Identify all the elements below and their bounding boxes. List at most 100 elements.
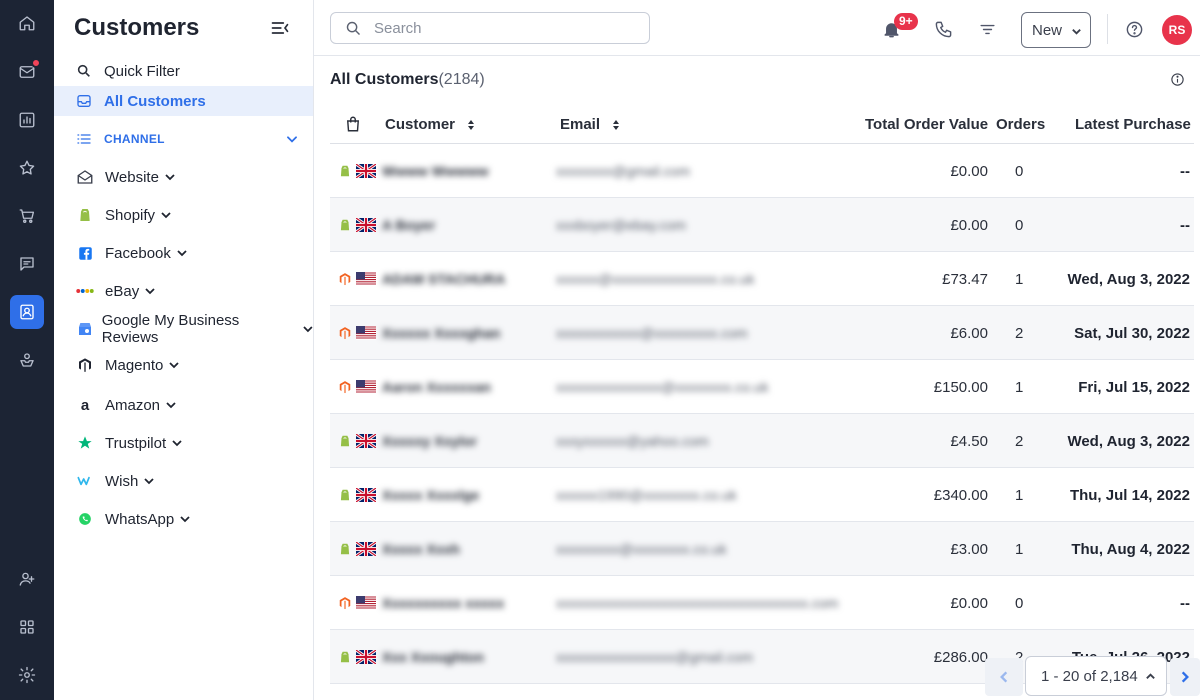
status-dropdown[interactable]: New xyxy=(1021,12,1091,48)
customer-email: xxxboyer@ebay.com xyxy=(556,217,686,233)
inbox-user-icon[interactable] xyxy=(10,343,44,377)
all-customers-item[interactable]: All Customers xyxy=(54,86,313,116)
column-header-total-order-value[interactable]: Total Order Value xyxy=(865,116,988,133)
table-row[interactable]: Xxxxxxxxxx xxxxx xxxxxxxxxxxxxxxxxxxxxxxx… xyxy=(330,576,1194,630)
reports-icon[interactable] xyxy=(10,103,44,137)
home-icon[interactable] xyxy=(10,6,44,40)
table-row[interactable]: A Boyer xxxboyer@ebay.com £0.00 0 -- xyxy=(330,198,1194,252)
star-icon[interactable] xyxy=(10,151,44,185)
uk-flag-icon xyxy=(355,216,377,234)
customer-email: xxxxxxxxxxxxxxx@xxxxxxxx.co.uk xyxy=(556,379,769,395)
add-user-icon[interactable] xyxy=(10,562,44,596)
channel-section-header[interactable]: CHANNEL xyxy=(54,124,313,154)
channel-shopify[interactable]: Shopify xyxy=(54,200,313,230)
total-order-value: £3.00 xyxy=(950,541,988,558)
customer-name[interactable]: A Boyer xyxy=(382,217,435,233)
table-row[interactable]: Xxxxxy Xxylor xxxyxxxxxx@yahoo.com £4.50 2 W… xyxy=(330,414,1194,468)
shopify-icon xyxy=(338,650,352,664)
search-input[interactable] xyxy=(374,19,634,37)
column-header-orders[interactable]: Orders xyxy=(996,116,1045,133)
channel-website[interactable]: Website xyxy=(54,162,313,192)
customer-name[interactable]: Xxxxxx Xxxxghan xyxy=(382,325,500,341)
user-avatar[interactable]: RS xyxy=(1162,15,1192,45)
table-row[interactable]: Xxxxxx Xxxxghan xxxxxxxxxxxx@xxxxxxxxx.co… xyxy=(330,306,1194,360)
total-order-value: £150.00 xyxy=(933,379,988,396)
previous-page-button[interactable] xyxy=(985,658,1023,696)
chevron-right-icon xyxy=(1181,671,1189,683)
table-row[interactable]: Aaron Xxxxxxan xxxxxxxxxxxxxxx@xxxxxxxx.c… xyxy=(330,360,1194,414)
latest-purchase: Thu, Jul 14, 2022 xyxy=(1069,487,1190,504)
sort-icon xyxy=(468,120,475,131)
next-page-button[interactable] xyxy=(1170,658,1200,696)
channel-whatsapp[interactable]: WhatsApp xyxy=(54,504,313,534)
table-row[interactable]: Wwww Wwwww xxxxxxxx@gmail.com £0.00 0 -- xyxy=(330,144,1194,198)
search-box[interactable] xyxy=(330,12,650,44)
channel-ebay[interactable]: eBay xyxy=(54,276,313,306)
page-range-select[interactable]: 1 - 20 of 2,184 xyxy=(1025,656,1167,696)
shopify-icon xyxy=(338,488,352,502)
filter-icon[interactable] xyxy=(976,18,998,40)
customers-icon[interactable] xyxy=(10,295,44,329)
caret-down-icon xyxy=(180,516,190,523)
customer-email: xxxxxxxxxxxx@xxxxxxxxx.com xyxy=(556,325,748,341)
customer-name[interactable]: Aaron Xxxxxxan xyxy=(382,379,491,395)
channel-trustpilot[interactable]: Trustpilot xyxy=(54,428,313,458)
quick-filter-item[interactable]: Quick Filter xyxy=(54,56,313,86)
order-count: 0 xyxy=(1015,217,1024,234)
channel-google-business[interactable]: Google My Business Reviews xyxy=(54,312,313,346)
apps-icon[interactable] xyxy=(10,610,44,644)
panel-title: Customers xyxy=(74,14,200,41)
collapse-panel-icon[interactable] xyxy=(270,18,292,38)
column-header-email[interactable]: Email xyxy=(560,116,620,133)
table-row[interactable]: Xxxxx Xxxh xxxxxxxxx@xxxxxxxx.co.uk £3.00 1… xyxy=(330,522,1194,576)
amazon-icon: a xyxy=(80,396,90,414)
phone-icon[interactable] xyxy=(932,18,954,40)
customer-email: xxxxxx1990@xxxxxxxx.co.uk xyxy=(556,487,737,503)
customer-name[interactable]: Xxxxx Xxxh xyxy=(382,541,460,557)
channel-amazon[interactable]: a Amazon xyxy=(54,390,313,420)
settings-icon[interactable] xyxy=(10,658,44,692)
table-row[interactable]: Xxxxx Xxxxlge xxxxxx1990@xxxxxxxx.co.uk £3… xyxy=(330,468,1194,522)
caret-down-icon xyxy=(165,174,175,181)
us-flag-icon xyxy=(356,272,376,286)
channel-heading: CHANNEL xyxy=(104,132,165,146)
total-order-value: £286.00 xyxy=(933,649,988,666)
channel-facebook[interactable]: Facebook xyxy=(54,238,313,268)
search-icon xyxy=(76,63,92,79)
help-icon[interactable] xyxy=(1123,18,1145,40)
column-header-latest-purchase[interactable]: Latest Purchase xyxy=(1075,116,1191,133)
caret-down-icon xyxy=(144,478,154,485)
cart-icon[interactable] xyxy=(10,199,44,233)
all-customers-label: All Customers xyxy=(104,92,206,110)
latest-purchase: -- xyxy=(1180,595,1190,612)
info-icon[interactable] xyxy=(1170,72,1186,88)
caret-down-icon xyxy=(172,440,182,447)
chevron-up-icon xyxy=(1146,673,1155,679)
uk-flag-icon xyxy=(355,162,377,180)
column-label: Customer xyxy=(385,116,456,133)
uk-flag-icon xyxy=(355,540,377,558)
whatsapp-icon xyxy=(76,510,94,528)
trustpilot-icon xyxy=(76,434,94,452)
page-range: 1 - 20 of 2,184 xyxy=(1041,667,1138,685)
order-count: 0 xyxy=(1015,595,1024,612)
channel-label: Google My Business Reviews xyxy=(101,312,240,346)
channel-magento[interactable]: Magento xyxy=(54,350,313,380)
column-header-customer[interactable]: Customer xyxy=(385,116,475,133)
chat-icon[interactable] xyxy=(10,247,44,281)
customer-name[interactable]: Xxxxx Xxxxlge xyxy=(382,487,479,503)
chevron-down-icon xyxy=(1072,29,1081,35)
customer-name[interactable]: Xxx Xxoughton xyxy=(382,649,484,665)
total-order-value: £0.00 xyxy=(950,163,988,180)
table-row[interactable]: ADAM STACHURA xxxxxx@xxxxxxxxxxxxxxx.co.u… xyxy=(330,252,1194,306)
customer-email: xxxxxxxxx@xxxxxxxx.co.uk xyxy=(556,541,727,557)
magento-icon xyxy=(338,272,352,286)
latest-purchase: Wed, Aug 3, 2022 xyxy=(1067,433,1190,450)
customer-name[interactable]: Xxxxxxxxxx xxxxx xyxy=(382,595,504,611)
customer-name[interactable]: Wwww Wwwww xyxy=(382,163,489,179)
customer-name[interactable]: Xxxxxy Xxylor xyxy=(382,433,477,449)
mail-icon[interactable] xyxy=(10,55,44,89)
channel-wish[interactable]: Wish xyxy=(54,466,313,496)
customer-name[interactable]: ADAM STACHURA xyxy=(382,271,505,287)
google-business-icon xyxy=(76,320,94,338)
